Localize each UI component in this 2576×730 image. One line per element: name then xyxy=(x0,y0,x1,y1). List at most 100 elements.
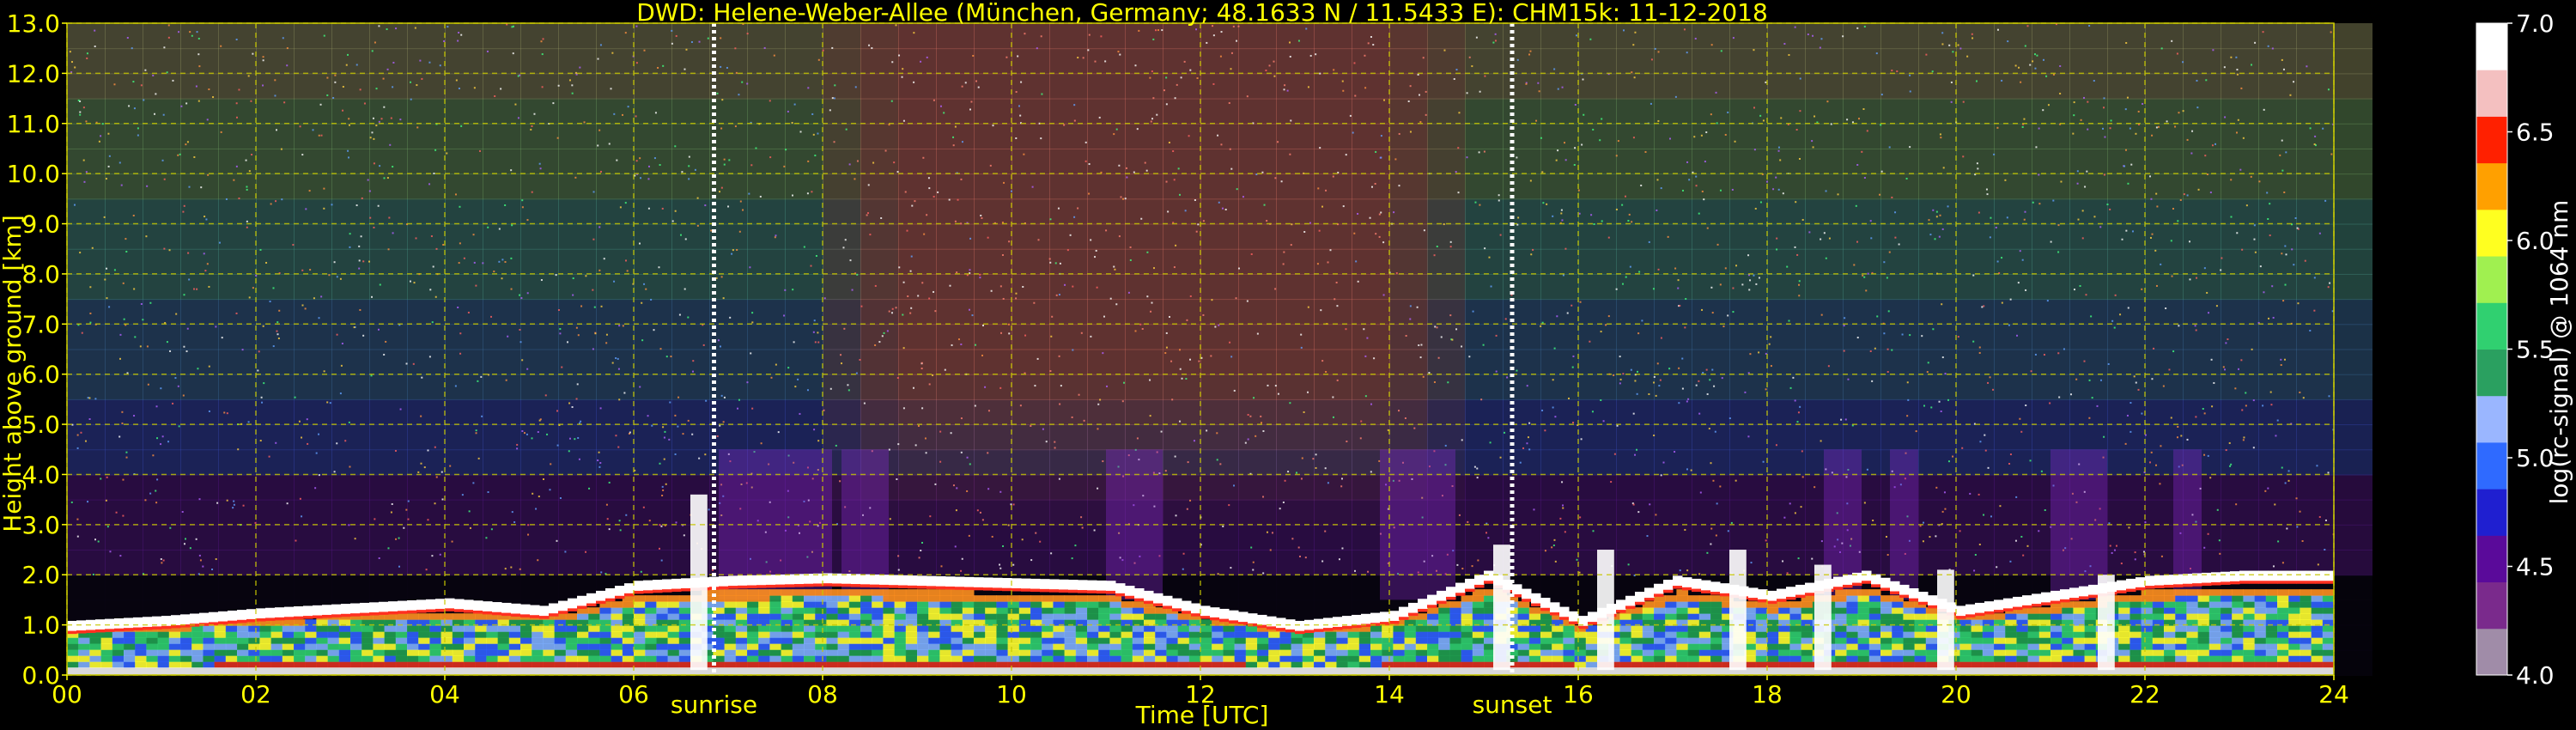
noise-speck xyxy=(717,339,720,342)
noise-speck xyxy=(984,386,987,388)
noise-speck xyxy=(2262,405,2264,407)
noise-speck xyxy=(1146,251,1149,253)
signal-cell xyxy=(1276,248,1315,275)
noise-speck xyxy=(1252,561,1255,563)
boundary-layer-cell xyxy=(305,649,317,656)
signal-cell xyxy=(1427,349,1466,375)
noise-speck xyxy=(196,31,198,33)
signal-cell xyxy=(2221,424,2259,451)
boundary-layer-cell xyxy=(259,637,272,644)
signal-cell xyxy=(331,499,370,526)
signal-cell xyxy=(294,23,332,50)
noise-speck xyxy=(2156,205,2159,208)
signal-cell xyxy=(671,223,710,250)
boundary-layer-cell xyxy=(305,643,317,650)
signal-cell xyxy=(2183,398,2221,426)
noise-speck xyxy=(1303,411,1305,413)
noise-speck xyxy=(378,557,380,559)
noise-speck xyxy=(1979,441,1982,443)
noise-speck xyxy=(1193,440,1195,442)
noise-speck xyxy=(1929,536,1931,538)
noise-speck xyxy=(1807,33,1809,36)
noise-speck xyxy=(2241,248,2244,251)
noise-speck xyxy=(276,333,279,336)
noise-speck xyxy=(113,83,116,86)
boundary-layer-cell xyxy=(429,661,442,668)
noise-speck xyxy=(498,228,501,230)
noise-speck xyxy=(1066,249,1069,252)
noise-speck xyxy=(588,487,591,490)
signal-cell xyxy=(2069,398,2108,426)
noise-speck xyxy=(451,540,453,543)
noise-speck xyxy=(559,496,562,499)
noise-speck xyxy=(373,226,375,228)
signal-cell xyxy=(2032,123,2070,149)
noise-speck xyxy=(477,380,479,382)
noise-speck xyxy=(2209,477,2212,479)
signal-cell xyxy=(2032,23,2070,50)
signal-cell xyxy=(1163,248,1201,275)
noise-speck xyxy=(2241,409,2244,411)
signal-cell xyxy=(1200,48,1239,75)
boundary-layer-cell xyxy=(565,637,578,644)
boundary-layer-cell xyxy=(452,655,465,662)
noise-speck xyxy=(1036,357,1039,360)
signal-cell xyxy=(785,48,823,75)
noise-speck xyxy=(131,47,133,50)
boundary-layer-cell xyxy=(191,649,204,656)
boundary-layer-cell xyxy=(191,643,204,650)
boundary-layer-cell xyxy=(327,625,340,632)
noise-speck xyxy=(1030,424,1032,427)
noise-speck xyxy=(750,164,753,167)
noise-speck xyxy=(1535,119,1538,122)
noise-speck xyxy=(792,289,794,291)
boundary-layer-cell xyxy=(418,631,430,638)
noise-speck xyxy=(2172,208,2174,210)
noise-speck xyxy=(275,200,277,203)
noise-speck xyxy=(2216,508,2219,511)
signal-cell xyxy=(1692,223,1730,250)
signal-cell xyxy=(1616,349,1655,375)
noise-speck xyxy=(2001,257,2003,259)
noise-speck xyxy=(218,241,221,244)
noise-speck xyxy=(1342,89,1345,92)
noise-speck xyxy=(108,306,111,308)
noise-speck xyxy=(1856,27,1859,29)
noise-speck xyxy=(1247,413,1249,416)
signal-cell xyxy=(180,23,219,50)
boundary-layer-cell xyxy=(270,649,283,656)
boundary-layer-cell xyxy=(872,613,884,620)
signal-cell xyxy=(483,248,521,275)
noise-speck xyxy=(122,478,125,481)
boundary-layer-cell xyxy=(905,613,918,620)
noise-speck xyxy=(696,224,699,227)
signal-cell xyxy=(2334,599,2372,626)
noise-speck xyxy=(2212,49,2215,52)
noise-speck xyxy=(1307,306,1309,308)
noise-speck xyxy=(1472,310,1474,313)
boundary-layer-cell xyxy=(792,595,805,602)
signal-cell xyxy=(860,398,899,426)
boundary-layer-cell xyxy=(577,613,589,620)
noise-speck xyxy=(1947,460,1950,463)
noise-speck xyxy=(1553,538,1556,541)
boundary-layer-cell xyxy=(645,643,657,650)
signal-cell xyxy=(1843,98,1881,125)
signal-cell xyxy=(1994,474,2032,501)
boundary-layer-cell xyxy=(634,625,646,632)
noise-speck xyxy=(594,332,597,335)
noise-speck xyxy=(1184,210,1187,212)
signal-cell xyxy=(1200,499,1239,526)
noise-speck xyxy=(635,115,637,118)
noise-speck xyxy=(2126,414,2129,417)
signal-cell xyxy=(294,349,332,375)
boundary-layer-cell xyxy=(951,589,963,596)
noise-speck xyxy=(1058,478,1060,480)
signal-cell xyxy=(1163,123,1201,149)
noise-speck xyxy=(1856,337,1859,339)
noise-speck xyxy=(1478,151,1480,154)
boundary-layer-cell xyxy=(769,607,782,614)
noise-speck xyxy=(599,462,602,465)
noise-speck xyxy=(2111,319,2114,322)
noise-speck xyxy=(2009,453,2012,456)
